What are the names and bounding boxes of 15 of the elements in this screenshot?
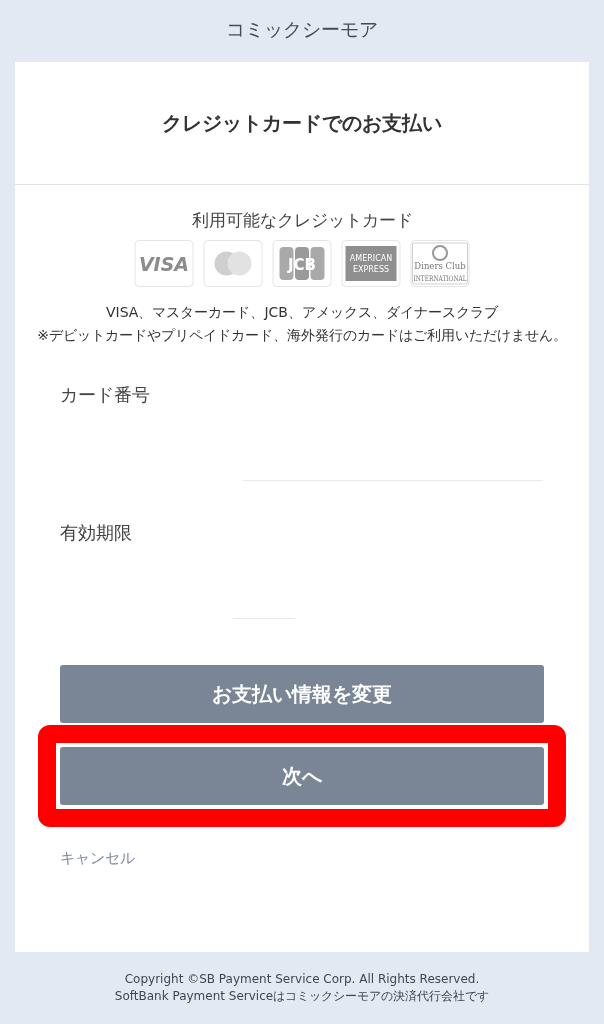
footer-text: SoftBank Payment Serviceはコミックシーモアの決済代行会社です bbox=[114, 988, 490, 1005]
cancel-link[interactable]: キャンセル bbox=[60, 849, 135, 868]
card-logo-icon: VISA bbox=[133, 240, 195, 287]
action-button[interactable]: お支払い情報を変更 bbox=[60, 665, 544, 723]
card-brand-list: VISA、マスターカード、JCB、アメックス、ダイナースクラブ bbox=[106, 304, 498, 320]
card-logo-icon: AMERICAN EXPRESS bbox=[340, 240, 402, 287]
header-title: コミックシーモア bbox=[225, 17, 379, 42]
card-logo-icon bbox=[202, 240, 264, 287]
action-button[interactable]: 次へ bbox=[60, 747, 544, 805]
field-label: カード番号 bbox=[60, 383, 151, 407]
accepted-cards-heading: 利用可能なクレジットカード bbox=[190, 209, 414, 232]
card-note: ※デビットカードやプリペイドカード、海外発行のカードはご利用いただけません。 bbox=[37, 327, 567, 343]
field-label: 有効期限 bbox=[60, 521, 133, 545]
panel-title: クレジットカードでのお支払い bbox=[15, 62, 589, 185]
footer-text: Copyright ©SB Payment Service Corp. All Rights Reserved. bbox=[124, 971, 480, 988]
